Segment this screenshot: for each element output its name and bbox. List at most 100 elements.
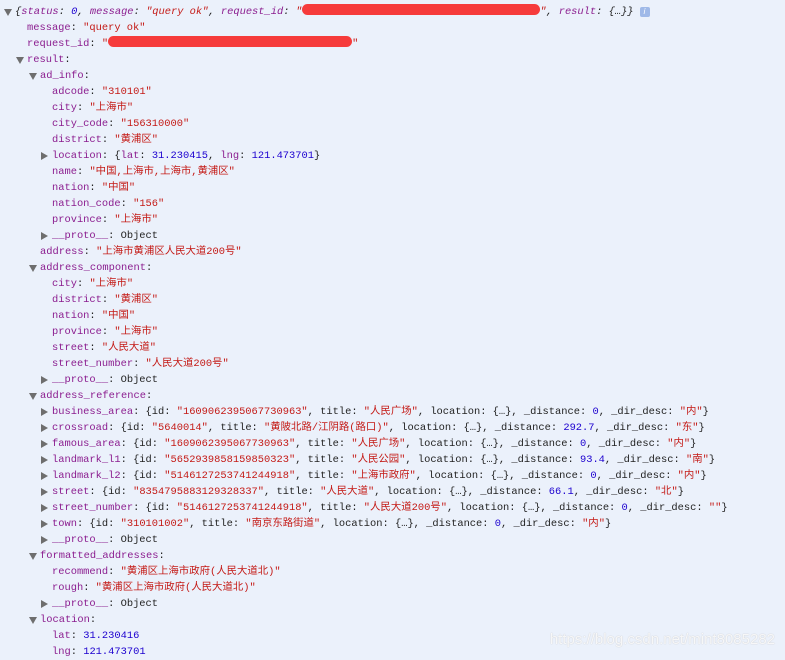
property-key: request_id (27, 38, 90, 50)
tree-row: province: "上海市" (0, 212, 785, 228)
collapsed-triangle-icon[interactable] (41, 472, 48, 480)
tree-row[interactable]: __proto__: Object (0, 372, 785, 388)
punctuation: : Object (108, 374, 159, 386)
punctuation: , location: {…}, _distance: (405, 454, 580, 466)
property-key: lat (120, 150, 140, 162)
punctuation: , title: (295, 454, 352, 466)
tree-row[interactable]: ad_info: (0, 68, 785, 84)
tree-row[interactable]: location: {lat: 31.230415, lng: 121.4737… (0, 148, 785, 164)
tree-row[interactable]: {status: 0, message: "query ok", request… (0, 4, 785, 20)
property-key: recommend (52, 566, 109, 578)
tree-row: city: "上海市" (0, 276, 785, 292)
punctuation: : Object (108, 230, 159, 242)
tree-row[interactable]: __proto__: Object (0, 228, 785, 244)
punctuation: , location: {…}, _distance: (446, 502, 622, 514)
tree-row[interactable]: street_number: {id: "5146127253741244918… (0, 500, 785, 516)
collapsed-triangle-icon[interactable] (41, 424, 48, 432)
expanded-triangle-icon[interactable] (4, 9, 12, 16)
tree-row[interactable]: business_area: {id: "1609062395067730963… (0, 404, 785, 420)
property-value: "黄浦区上海市政府(人民大道北)" (120, 566, 281, 578)
tree-row: address: "上海市黄浦区人民大道200号" (0, 244, 785, 260)
punctuation: , _dir_desc: (586, 438, 668, 450)
punctuation: } (677, 486, 684, 498)
expanded-triangle-icon[interactable] (29, 617, 37, 624)
tree-row[interactable]: __proto__: Object (0, 532, 785, 548)
collapsed-triangle-icon[interactable] (41, 152, 48, 160)
collapsed-triangle-icon[interactable] (41, 408, 48, 416)
punctuation: , _dir_desc: (604, 454, 686, 466)
collapsed-triangle-icon[interactable] (41, 232, 48, 240)
punctuation: : (108, 118, 121, 130)
tree-row[interactable]: result: (0, 52, 785, 68)
property-value: 121.473701 (251, 150, 314, 162)
collapsed-triangle-icon[interactable] (41, 504, 48, 512)
expanded-triangle-icon[interactable] (29, 553, 37, 560)
tree-row[interactable]: location: (0, 612, 785, 628)
collapsed-triangle-icon[interactable] (41, 376, 48, 384)
collapsed-triangle-icon[interactable] (41, 488, 48, 496)
punctuation: : (101, 294, 115, 306)
tree-row[interactable]: town: {id: "310101002", title: "南京东路街道",… (0, 516, 785, 532)
property-key: province (52, 326, 102, 338)
collapsed-triangle-icon[interactable] (41, 520, 48, 528)
punctuation: : (101, 214, 115, 226)
collapsed-triangle-icon[interactable] (41, 440, 48, 448)
property-key: rough (52, 582, 84, 594)
expanded-triangle-icon[interactable] (16, 57, 24, 64)
property-key: ad_info (40, 70, 84, 82)
punctuation: : {id: (133, 406, 177, 418)
property-value: "内" (582, 518, 605, 530)
punctuation: , title: (295, 470, 352, 482)
punctuation: : (239, 150, 252, 162)
punctuation: , (546, 6, 559, 18)
tree-row[interactable]: __proto__: Object (0, 596, 785, 612)
collapsed-triangle-icon[interactable] (41, 536, 48, 544)
property-value: "上海市" (114, 326, 159, 338)
tree-row[interactable]: landmark_l2: {id: "5146127253741244918",… (0, 468, 785, 484)
tree-row: province: "上海市" (0, 324, 785, 340)
punctuation: , location: {…}, _distance: (417, 406, 593, 418)
tree-row[interactable]: landmark_l1: {id: "5652939858159850323",… (0, 452, 785, 468)
property-value: "156310000" (120, 118, 190, 130)
tree-row: message: "query ok" (0, 20, 785, 36)
property-value: "中国" (101, 182, 136, 194)
punctuation: } (604, 518, 612, 530)
tree-row[interactable]: famous_area: {id: "1609062395067730963",… (0, 436, 785, 452)
property-value: "310101002" (120, 518, 190, 530)
punctuation: , title: (207, 422, 265, 434)
expanded-triangle-icon[interactable] (29, 73, 37, 80)
property-key: adcode (52, 86, 90, 98)
punctuation: , (207, 150, 221, 162)
punctuation: : (58, 6, 72, 18)
punctuation: } (721, 502, 728, 514)
property-value: "人民大道" (101, 342, 156, 354)
expanded-triangle-icon[interactable] (29, 265, 37, 272)
punctuation: , location: {…}, _distance: (388, 422, 564, 434)
punctuation: : (101, 326, 115, 338)
punctuation: : (89, 86, 102, 98)
punctuation: : (70, 22, 84, 34)
tree-row[interactable]: formatted_addresses: (0, 548, 785, 564)
property-value: "人民大道" (320, 486, 375, 498)
expanded-triangle-icon[interactable] (29, 393, 37, 400)
tree-row[interactable]: street: {id: "8354795883129328337", titl… (0, 484, 785, 500)
info-icon[interactable]: i (639, 7, 650, 17)
tree-row[interactable]: crossroad: {id: "5640014", title: "黄陂北路/… (0, 420, 785, 436)
property-value: 31.230415 (151, 150, 208, 162)
property-value: " (352, 38, 359, 50)
punctuation: , _dir_desc: (594, 422, 676, 434)
tree-row[interactable]: address_reference: (0, 388, 785, 404)
punctuation: , location: {…}, _distance: (405, 438, 580, 450)
collapsed-triangle-icon[interactable] (41, 456, 48, 464)
collapsed-triangle-icon[interactable] (41, 600, 48, 608)
property-value: "黄浦区" (114, 294, 159, 306)
property-key: status (21, 6, 59, 18)
punctuation: } (708, 454, 716, 466)
property-value: "上海市" (114, 214, 159, 226)
property-key: request_id (220, 6, 284, 18)
punctuation: , title: (189, 518, 246, 530)
punctuation: : (146, 390, 153, 402)
punctuation: : (133, 6, 147, 18)
property-key: street (52, 342, 90, 354)
tree-row[interactable]: address_component: (0, 260, 785, 276)
